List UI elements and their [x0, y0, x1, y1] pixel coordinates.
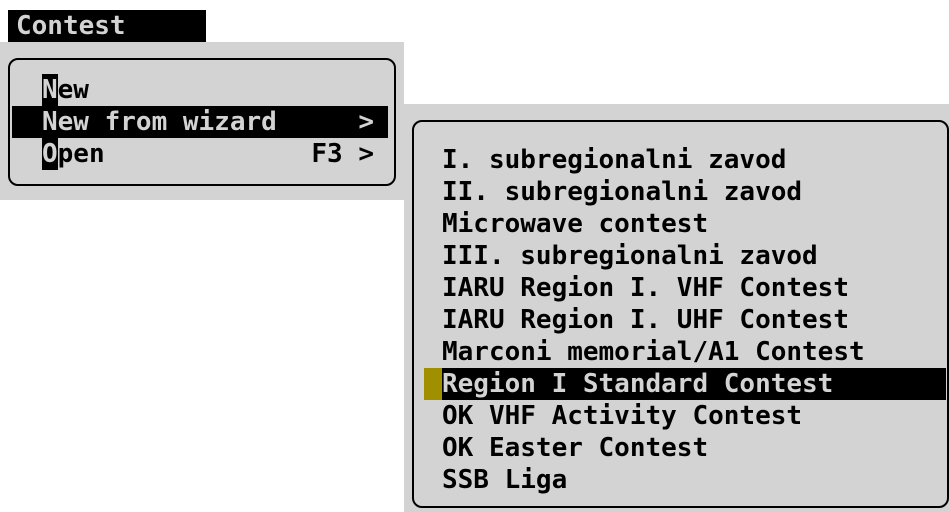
submenu-item-label: OK VHF Activity Contest — [442, 401, 803, 431]
submenu-item[interactable]: Microwave contest — [424, 208, 946, 240]
menu-item-new-from-wizard[interactable]: New from wizard > — [12, 106, 388, 138]
submenu-item[interactable]: I. subregionalni zavod — [424, 144, 946, 176]
submenu-item-label: III. subregionalni zavod — [442, 241, 818, 271]
submenu-item-label: Region I Standard Contest — [442, 369, 834, 399]
menu-item-open-shortcut: F3 > — [311, 139, 374, 169]
submenu-item-label: IARU Region I. VHF Contest — [442, 273, 849, 303]
submenu-item-label: II. subregionalni zavod — [442, 177, 803, 207]
submenu-item[interactable]: IARU Region I. VHF Contest — [424, 272, 946, 304]
menu-item-new-from-wizard-label: New from wizard — [42, 107, 277, 137]
submenu-item-label: Microwave contest — [442, 209, 709, 239]
submenu-item[interactable]: IARU Region I. UHF Contest — [424, 304, 946, 336]
submenu-item[interactable]: OK Easter Contest — [424, 432, 946, 464]
submenu-arrow: > — [358, 107, 374, 137]
menu-title[interactable]: Contest — [8, 10, 206, 42]
menu-item-new-label: New — [42, 74, 89, 106]
menu-item-new[interactable]: New — [12, 74, 388, 106]
submenu-item-label: OK Easter Contest — [442, 433, 709, 463]
hotkey-n: N — [42, 74, 58, 106]
hotkey-o: O — [42, 138, 58, 170]
submenu-item[interactable]: II. subregionalni zavod — [424, 176, 946, 208]
submenu-item[interactable]: SSB Liga — [424, 464, 946, 496]
submenu-item[interactable]: III. subregionalni zavod — [424, 240, 946, 272]
submenu-item[interactable]: Region I Standard Contest — [424, 368, 946, 400]
submenu-item[interactable]: OK VHF Activity Contest — [424, 400, 946, 432]
submenu-item[interactable]: Marconi memorial/A1 Contest — [424, 336, 946, 368]
submenu-item-label: Marconi memorial/A1 Contest — [442, 337, 865, 367]
submenu-item-label: SSB Liga — [442, 465, 568, 495]
selection-cursor — [424, 368, 442, 400]
menu-item-open-label: Open — [42, 138, 105, 170]
submenu-item-label: IARU Region I. UHF Contest — [442, 305, 849, 335]
menu-item-open[interactable]: Open F3 > — [12, 138, 388, 170]
submenu-item-label: I. subregionalni zavod — [442, 145, 787, 175]
